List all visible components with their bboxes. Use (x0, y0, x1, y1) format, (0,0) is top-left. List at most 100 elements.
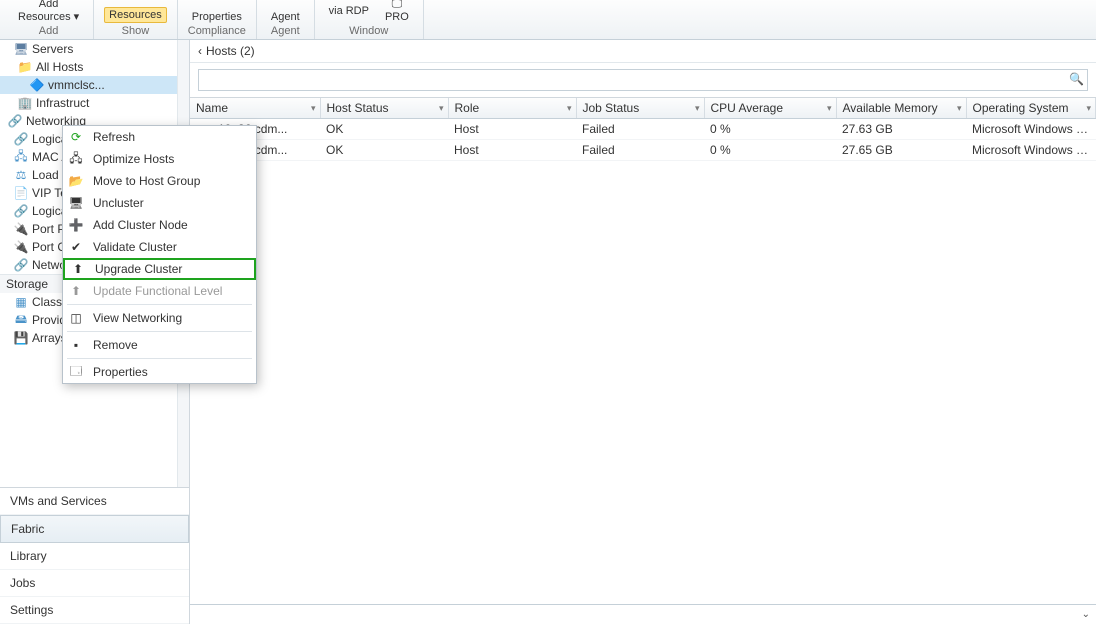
col-role[interactable]: Role ▾ (448, 98, 576, 119)
connect-rdp-label: via RDP (329, 5, 369, 17)
col-name[interactable]: Name▾ (190, 98, 320, 119)
ribbon-group-add-label: Add (39, 25, 59, 37)
cell-status: OK (320, 140, 448, 161)
server-icon: 🖥 (14, 42, 28, 56)
ribbon-group-compliance-label: Compliance (188, 25, 246, 37)
host-row[interactable]: r09n33.cdm...OKHostFailed0 %27.65 GBMicr… (190, 140, 1096, 161)
menu-properties[interactable]: 🗔Properties (63, 361, 256, 383)
search-input[interactable] (198, 69, 1088, 91)
connect-rdp-button[interactable]: via RDP (325, 5, 373, 17)
menu-move-to-host-group[interactable]: 📂Move to Host Group (63, 170, 256, 192)
port-icon: 🔌 (14, 240, 28, 254)
menu-view-networking[interactable]: ◫View Networking (63, 307, 256, 329)
filter-dropdown-icon[interactable]: ▾ (311, 103, 316, 114)
lb-icon: ⚖ (14, 168, 28, 182)
add-icon: ➕ (67, 217, 85, 233)
menu-update-functional-level: ⬆Update Functional Level (63, 280, 256, 302)
class-icon: ▦ (14, 295, 28, 309)
menu-item-label: Refresh (93, 130, 135, 144)
cell-mem: 27.63 GB (836, 119, 966, 140)
filter-dropdown-icon[interactable]: ▾ (957, 103, 962, 114)
menu-item-label: Add Cluster Node (93, 218, 188, 232)
col-available-memory[interactable]: Available Memory ▾ (836, 98, 966, 119)
menu-optimize-hosts[interactable]: 🖧Optimize Hosts (63, 148, 256, 170)
filter-dropdown-icon[interactable]: ▾ (439, 103, 444, 114)
col-label: Role (455, 101, 480, 115)
chevron-down-icon: ⌄ (1082, 609, 1090, 620)
col-label: Job Status (583, 101, 640, 115)
col-operating-system[interactable]: Operating System ▾ (966, 98, 1096, 119)
col-label: Operating System (973, 101, 1069, 115)
compliance-properties-button[interactable]: Properties (188, 11, 246, 23)
col-job-status[interactable]: Job Status ▾ (576, 98, 704, 119)
menu-item-label: Remove (93, 338, 138, 352)
menu-item-label: Uncluster (93, 196, 144, 210)
content-header: ‹ Hosts (2) (190, 40, 1096, 63)
cell-role: Host (448, 140, 576, 161)
cell-cpu: 0 % (704, 119, 836, 140)
infra-icon: 🏢 (18, 96, 32, 110)
pro-label: PRO (385, 11, 409, 23)
move-icon: 📂 (67, 173, 85, 189)
mac-icon: 🖧 (14, 150, 28, 164)
ribbon-group-compliance: Properties Compliance (178, 0, 257, 39)
net-icon: 🔗 (14, 204, 28, 218)
update-agent-button[interactable]: Agent (267, 11, 304, 23)
hosts-title: Hosts (2) (206, 44, 255, 58)
ribbon-group-agent-label: Agent (271, 25, 300, 37)
fabric-resources-label: Resources (109, 9, 162, 21)
menu-separator (67, 331, 252, 332)
content-pane: ‹ Hosts (2) 🔍 Name▾Host Status▾Role▾Job … (190, 40, 1096, 624)
col-label: CPU Average (711, 101, 784, 115)
remove-icon: ▪ (67, 337, 85, 353)
add-resources-line2: Resources ▾ (18, 10, 79, 23)
wunderbar-settings[interactable]: Settings (0, 597, 189, 624)
wunderbar-fabric[interactable]: Fabric (0, 515, 189, 543)
wunderbar-library[interactable]: Library (0, 543, 189, 570)
filter-dropdown-icon[interactable]: ▾ (827, 103, 832, 114)
host-row[interactable]: r10n36.cdm...OKHostFailed0 %27.63 GBMicr… (190, 119, 1096, 140)
arr-icon: 💾 (14, 331, 28, 345)
ribbon-group-window-label: Window (349, 25, 388, 37)
tree-item-1[interactable]: 📁All Hosts (0, 58, 189, 76)
tree-item-2[interactable]: 🔷vmmclsc... (0, 76, 189, 94)
wunderbar: VMs and ServicesFabricLibraryJobsSetting… (0, 487, 189, 624)
fabric-resources-button[interactable]: Resources (104, 7, 167, 23)
menu-refresh[interactable]: ⟳Refresh (63, 126, 256, 148)
net-icon: 🔗 (14, 132, 28, 146)
pro-icon: 🖵 (392, 0, 403, 11)
wunderbar-vms-and-services[interactable]: VMs and Services (0, 488, 189, 515)
ribbon-group-show-label: Show (122, 25, 150, 37)
tree-item-label: All Hosts (36, 60, 83, 74)
uncluster-icon: 🖥 (67, 195, 85, 211)
net-icon: 🔗 (14, 258, 28, 272)
cluster-icon: 🔷 (30, 78, 44, 92)
menu-uncluster[interactable]: 🖥 Uncluster (63, 192, 256, 214)
add-resources-button[interactable]: Add Resources ▾ (14, 0, 83, 23)
hosts-grid: Name▾Host Status▾Role▾Job Status▾CPU Ave… (190, 97, 1096, 161)
pro-button[interactable]: 🖵 PRO (381, 0, 413, 23)
cell-os: Microsoft Windows Serv... (966, 140, 1096, 161)
menu-remove[interactable]: ▪ Remove (63, 334, 256, 356)
menu-separator (67, 304, 252, 305)
filter-dropdown-icon[interactable]: ▾ (695, 103, 700, 114)
cell-mem: 27.65 GB (836, 140, 966, 161)
menu-add-cluster-node[interactable]: ➕ Add Cluster Node (63, 214, 256, 236)
col-label: Available Memory (843, 101, 938, 115)
filter-dropdown-icon[interactable]: ▾ (567, 103, 572, 114)
optimize-icon: 🖧 (67, 151, 85, 167)
filter-dropdown-icon[interactable]: ▾ (1086, 103, 1091, 114)
detail-collapse-bar[interactable]: ⌄ (190, 604, 1096, 624)
menu-validate-cluster[interactable]: ✔Validate Cluster (63, 236, 256, 258)
ribbon-group-agent: Agent Agent (257, 0, 315, 39)
cell-os: Microsoft Windows Serv... (966, 119, 1096, 140)
col-host-status[interactable]: Host Status▾ (320, 98, 448, 119)
tree-item-0[interactable]: 🖥Servers (0, 40, 189, 58)
menu-upgrade-cluster[interactable]: ⬆Upgrade Cluster (63, 258, 256, 280)
menu-item-label: Properties (93, 365, 148, 379)
wunderbar-jobs[interactable]: Jobs (0, 570, 189, 597)
tree-item-3[interactable]: 🏢Infrastruct (0, 94, 189, 112)
col-cpu-average[interactable]: CPU Average ▾ (704, 98, 836, 119)
chevron-left-icon[interactable]: ‹ (198, 44, 202, 58)
search-icon[interactable]: 🔍 (1069, 72, 1084, 86)
